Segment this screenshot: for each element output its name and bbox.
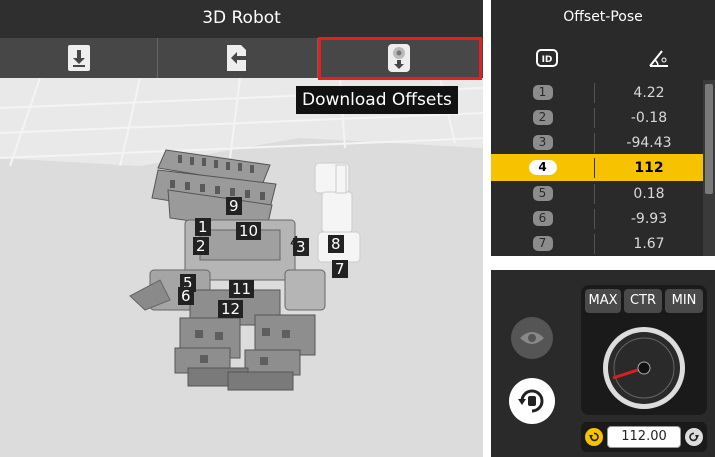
- table-row[interactable]: 2 -0.18: [491, 105, 703, 130]
- row-id: 6: [532, 211, 553, 226]
- joint-control-panel: MAX CTR MIN 112.00: [491, 270, 715, 457]
- rotary-dial-icon[interactable]: [601, 325, 687, 411]
- offset-table-body: 1 4.22 2 -0.18 3 -94.43 4 112 5 0.18 6 -…: [491, 80, 703, 256]
- table-row[interactable]: 7 1.67: [491, 231, 703, 256]
- offset-pose-title: Offset-Pose: [563, 9, 643, 25]
- rotate-robot-button[interactable]: [509, 378, 555, 424]
- row-value: -94.43: [626, 134, 672, 151]
- rotate-ccw-icon: [589, 432, 599, 442]
- id-badge-icon: ID: [536, 49, 558, 67]
- joint-label: 10: [236, 222, 262, 240]
- joint-label: 6: [178, 287, 194, 305]
- angle-icon: [649, 50, 668, 67]
- row-value: 4.22: [633, 84, 665, 101]
- row-value: 1.67: [633, 235, 665, 252]
- scrollbar-thumb[interactable]: [705, 84, 713, 194]
- joint-label: 1: [195, 218, 211, 236]
- download-offsets-tooltip: Download Offsets: [296, 86, 458, 114]
- row-id: 7: [532, 236, 553, 251]
- table-row[interactable]: 3 -94.43: [491, 130, 703, 155]
- robot-viewer-panel: 3D Robot 1 2 3 4 5 6 7 8 9 10 11 12 Down…: [0, 0, 483, 457]
- row-id: 2: [532, 110, 553, 125]
- rotate-robot-icon: [518, 389, 544, 413]
- row-id: 3: [532, 135, 553, 150]
- dial-panel: MAX CTR MIN: [581, 285, 707, 415]
- min-button[interactable]: MIN: [665, 289, 703, 313]
- offset-pose-panel: Offset-Pose ID 1 4.22 2 -0.18 3 -94.43 4…: [491, 0, 715, 256]
- row-id: 5: [532, 186, 553, 201]
- offset-table-scrollbar[interactable]: [703, 80, 715, 256]
- joint-label: 2: [193, 237, 209, 255]
- rotate-cw-icon: [689, 432, 699, 442]
- row-value: 112: [634, 159, 664, 176]
- joint-value-input[interactable]: 112.00: [607, 426, 681, 448]
- row-id: 4: [528, 160, 557, 175]
- row-value: 0.18: [633, 185, 665, 202]
- joint-label: 11: [229, 280, 255, 298]
- row-value: -0.18: [630, 109, 668, 126]
- joint-label: 9: [226, 197, 242, 215]
- joint-label: 4: [290, 233, 300, 251]
- decrement-button[interactable]: [585, 428, 603, 446]
- table-row-selected[interactable]: 4 112: [491, 154, 703, 181]
- center-button[interactable]: CTR: [624, 289, 662, 313]
- app-root: 3D Robot 1 2 3 4 5 6 7 8 9 10 11 12 Down…: [0, 0, 715, 457]
- svg-text:ID: ID: [542, 55, 553, 65]
- value-bar: 112.00: [581, 422, 707, 452]
- row-value: -9.93: [630, 210, 668, 227]
- max-button[interactable]: MAX: [585, 289, 621, 313]
- angle-column-header: [603, 34, 715, 82]
- id-column-header: ID: [491, 34, 603, 82]
- table-row[interactable]: 1 4.22: [491, 80, 703, 105]
- joint-label: 12: [218, 300, 244, 318]
- joint-label: 7: [332, 260, 348, 278]
- row-id: 1: [532, 85, 553, 100]
- table-row[interactable]: 6 -9.93: [491, 206, 703, 231]
- eye-icon: [520, 332, 544, 344]
- visibility-button[interactable]: [511, 317, 553, 359]
- increment-button[interactable]: [685, 428, 703, 446]
- joint-label: 8: [328, 235, 344, 253]
- offset-table-header: ID: [491, 34, 715, 82]
- table-row[interactable]: 5 0.18: [491, 181, 703, 206]
